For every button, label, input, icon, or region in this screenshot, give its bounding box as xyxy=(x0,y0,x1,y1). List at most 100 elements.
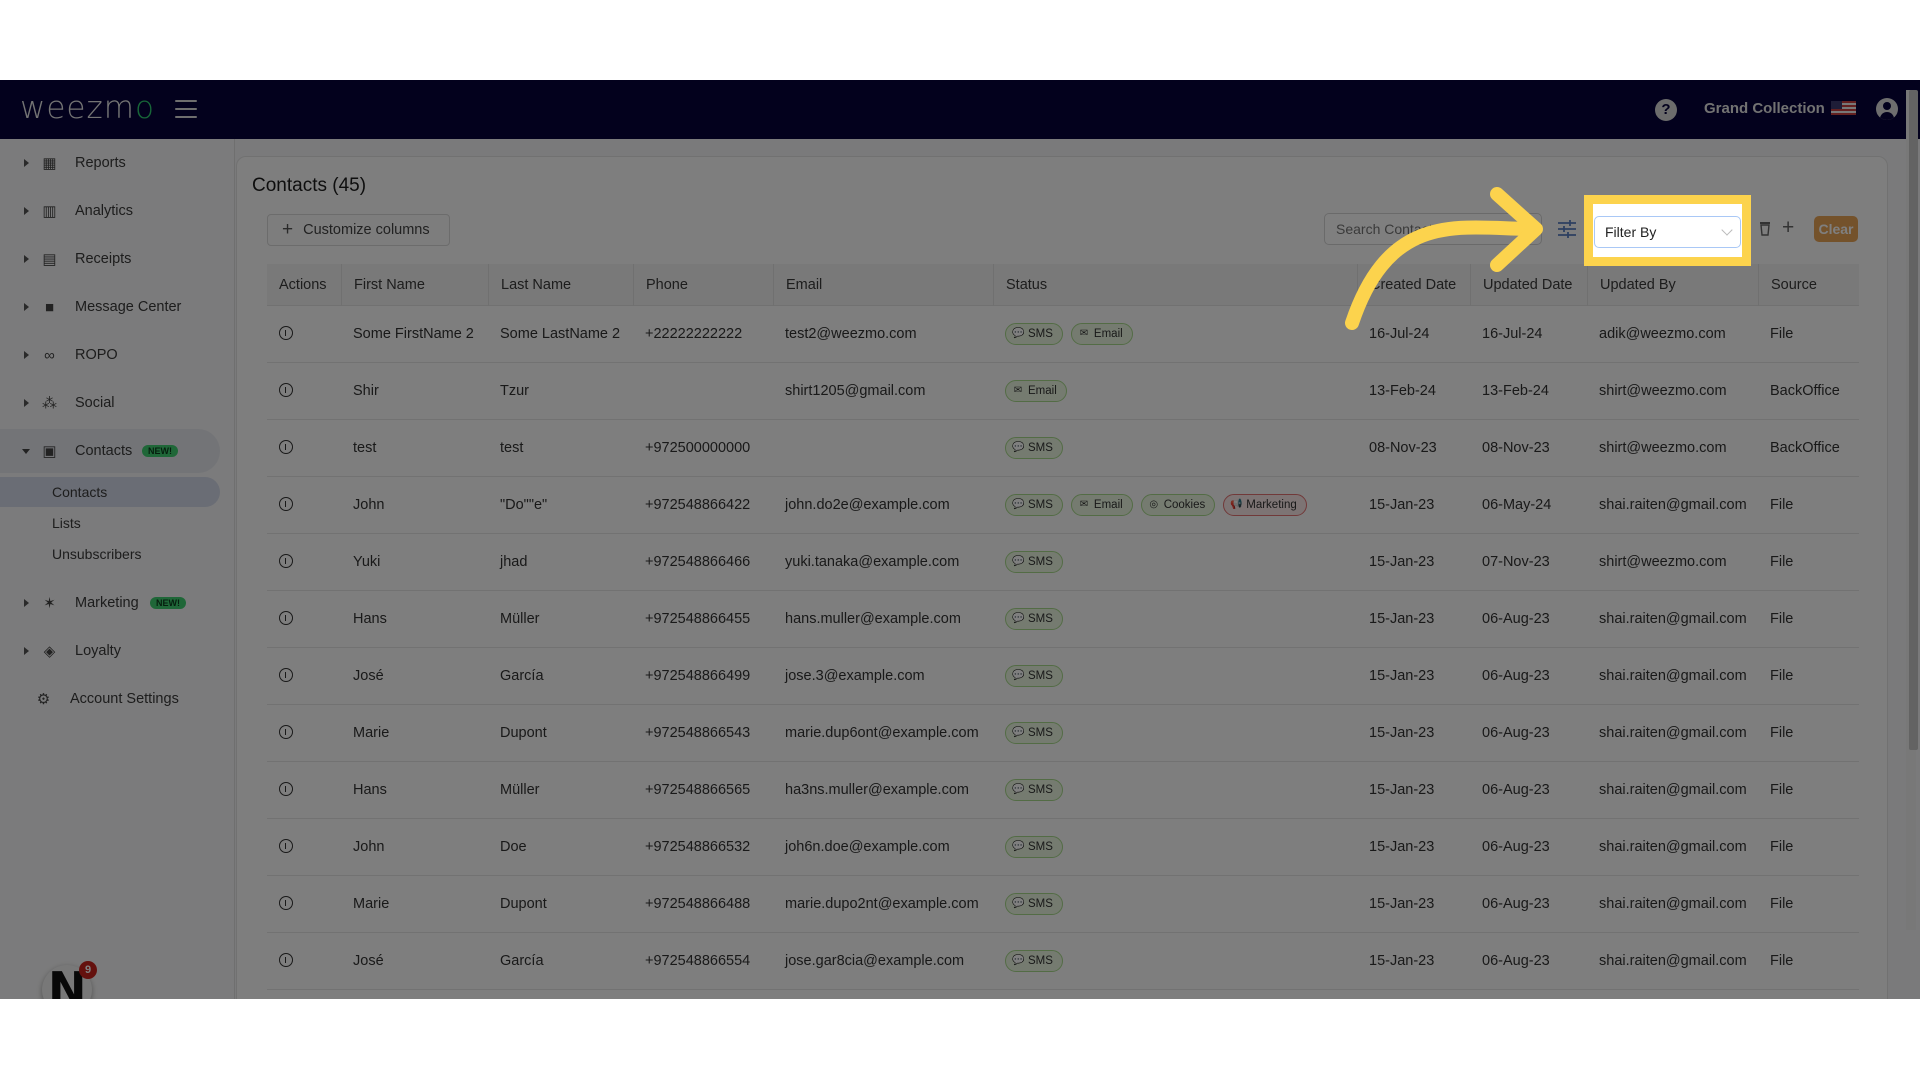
status-cell: 💬 SMS xyxy=(993,534,1071,591)
updated-by-cell: shirt@weezmo.com xyxy=(1599,440,1727,456)
clear-button[interactable]: Clear xyxy=(1814,216,1858,242)
sidebar-item-label: Receipts xyxy=(75,251,132,267)
first-name-cell: Marie xyxy=(353,896,390,912)
customize-columns-button[interactable]: + Customize columns xyxy=(267,214,450,246)
column-header-updated-date[interactable]: Updated Date xyxy=(1470,264,1587,306)
email-cell: hans.muller@example.com xyxy=(785,611,961,627)
sidebar-item-loyalty[interactable]: ◈ Loyalty xyxy=(0,629,220,673)
sidebar-item-marketing[interactable]: ✶ Marketing NEW! xyxy=(0,581,220,625)
table-row[interactable]: Hans Müller +972548866455 hans.muller@examp… xyxy=(267,591,1859,648)
actions-cell xyxy=(267,534,293,591)
status-chip-email: ✉ Email xyxy=(1070,494,1133,517)
info-icon[interactable] xyxy=(279,325,293,340)
column-header-created-date[interactable]: Created Date xyxy=(1357,264,1470,306)
us-flag-icon[interactable] xyxy=(1831,101,1856,115)
column-header-first-name[interactable]: First Name xyxy=(341,264,488,306)
status-chip-label: SMS xyxy=(1028,556,1053,569)
sidebar-item-contacts[interactable]: ▣ Contacts NEW! xyxy=(0,429,220,473)
first-name-cell: Hans xyxy=(353,611,387,627)
top-header: weezmo ? Grand Collection xyxy=(0,80,1920,139)
column-header-phone[interactable]: Phone xyxy=(633,264,773,306)
table-row[interactable]: Shir Tzur shirt1205@gmail.com ✉ Email 13-Feb-… xyxy=(267,363,1859,420)
updated-date-cell: 08-Nov-23 xyxy=(1482,440,1550,456)
column-header-updated-by[interactable]: Updated By xyxy=(1587,264,1758,306)
sidebar-item-ropo[interactable]: ∞ ROPO xyxy=(0,333,220,377)
sidebar-item-message-center[interactable]: ■ Message Center xyxy=(0,285,220,329)
cookie-icon: ◎ xyxy=(1149,499,1159,511)
updated-date-cell: 16-Jul-24 xyxy=(1482,326,1543,342)
phone-cell: +972548866466 xyxy=(645,554,751,570)
info-icon[interactable] xyxy=(279,952,293,967)
status-cell: 💬 SMS xyxy=(993,648,1071,705)
updated-date-cell: 06-Aug-23 xyxy=(1482,782,1550,798)
column-header-source[interactable]: Source xyxy=(1758,264,1859,306)
sidebar-subitem-lists[interactable]: Lists xyxy=(0,508,220,538)
user-circle-icon[interactable] xyxy=(1876,98,1898,120)
info-icon[interactable] xyxy=(279,895,293,910)
status-cell: 💬 SMS ✉ Email ◎ Cookies 📢 Marketing xyxy=(993,477,1315,534)
actions-cell xyxy=(267,933,293,990)
info-icon[interactable] xyxy=(279,667,293,682)
add-filter-icon[interactable]: + xyxy=(1782,216,1794,240)
status-cell: 💬 SMS xyxy=(993,705,1071,762)
table-row[interactable]: Marie Dupont +972548866488 marie.dupo2nt@ex… xyxy=(267,876,1859,933)
weezmo-logo[interactable]: weezmo xyxy=(20,90,155,126)
table-row[interactable]: John Doe +972548866532 joh6n.doe@example.co… xyxy=(267,819,1859,876)
question-circle-icon[interactable]: ? xyxy=(1655,99,1677,121)
sidebar-item-reports[interactable]: ▦ Reports xyxy=(0,141,220,185)
sidebar-item-social[interactable]: ⁂ Social xyxy=(0,381,220,425)
phone-cell xyxy=(633,363,645,420)
info-icon[interactable] xyxy=(279,439,293,454)
table-row[interactable]: José García +972548866554 jose.gar8cia@exam… xyxy=(267,933,1859,990)
column-header-status[interactable]: Status xyxy=(993,264,1357,306)
source-cell: File xyxy=(1770,554,1794,570)
source-cell: BackOffice xyxy=(1770,440,1840,456)
sidebar-subitem-contacts[interactable]: Contacts xyxy=(0,477,220,507)
info-icon[interactable] xyxy=(279,781,293,796)
actions-cell xyxy=(267,306,293,363)
info-icon[interactable] xyxy=(279,610,293,625)
page-title: Contacts (45) xyxy=(252,175,367,196)
table-row[interactable]: John "Do""e" +972548866422 john.do2e@exampl… xyxy=(267,477,1859,534)
status-chip-label: Email xyxy=(1093,328,1123,341)
chat-bubbles-icon: 💬 xyxy=(1012,727,1025,739)
filter-sliders-icon[interactable] xyxy=(1557,219,1577,239)
column-header-actions[interactable]: Actions xyxy=(267,264,341,306)
table-row[interactable]: Yuki jhad +972548866466 yuki.tanaka@example… xyxy=(267,534,1859,591)
created-date-cell: 16-Jul-24 xyxy=(1369,326,1430,342)
info-icon[interactable] xyxy=(279,382,293,397)
info-icon[interactable] xyxy=(279,838,293,853)
table-row[interactable]: Some FirstName 2 Some LastName 2 +22222222… xyxy=(267,306,1859,363)
account-name[interactable]: Grand Collection xyxy=(1704,100,1825,117)
sidebar-item-account-settings[interactable]: ⚙ Account Settings xyxy=(0,677,220,721)
filter-by-select[interactable]: Filter By xyxy=(1594,216,1741,248)
hamburger-icon[interactable] xyxy=(175,100,197,118)
trash-icon[interactable] xyxy=(1759,221,1771,236)
created-date-cell: 08-Nov-23 xyxy=(1369,440,1437,456)
actions-cell xyxy=(267,591,293,648)
updated-by-cell: shai.raiten@gmail.com xyxy=(1599,896,1747,912)
email-cell: shirt1205@gmail.com xyxy=(785,383,926,399)
first-name-cell: Hans xyxy=(353,782,387,798)
sidebar-item-analytics[interactable]: ▥ Analytics xyxy=(0,189,220,233)
dashboard-icon: ▦ xyxy=(42,154,57,172)
sidebar-subitem-unsubscribers[interactable]: Unsubscribers xyxy=(0,539,220,569)
status-chip-label: SMS xyxy=(1028,442,1053,455)
table-row[interactable]: José García +972548866499 jose.3@example.co… xyxy=(267,648,1859,705)
status-chip-email: ✉ Email xyxy=(1070,323,1133,346)
column-header-last-name[interactable]: Last Name xyxy=(488,264,633,306)
sidebar-item-receipts[interactable]: ▤ Receipts xyxy=(0,237,220,281)
chat-bubbles-icon: 💬 xyxy=(1012,670,1025,682)
search-contact-input[interactable] xyxy=(1324,213,1542,245)
column-header-email[interactable]: Email xyxy=(773,264,993,306)
envelope-icon: ✉ xyxy=(1079,328,1089,340)
info-icon[interactable] xyxy=(279,553,293,568)
sidebar-item-label: Social xyxy=(75,395,115,411)
scrollbar-thumb[interactable] xyxy=(1909,90,1918,750)
actions-cell xyxy=(267,648,293,705)
info-icon[interactable] xyxy=(279,496,293,511)
info-icon[interactable] xyxy=(279,724,293,739)
table-row[interactable]: test test +972500000000 💬 SMS 08-Nov-23 08-Nov… xyxy=(267,420,1859,477)
table-row[interactable]: Hans Müller +972548866565 ha3ns.muller@exam… xyxy=(267,762,1859,819)
table-row[interactable]: Marie Dupont +972548866543 marie.dup6ont@ex… xyxy=(267,705,1859,762)
